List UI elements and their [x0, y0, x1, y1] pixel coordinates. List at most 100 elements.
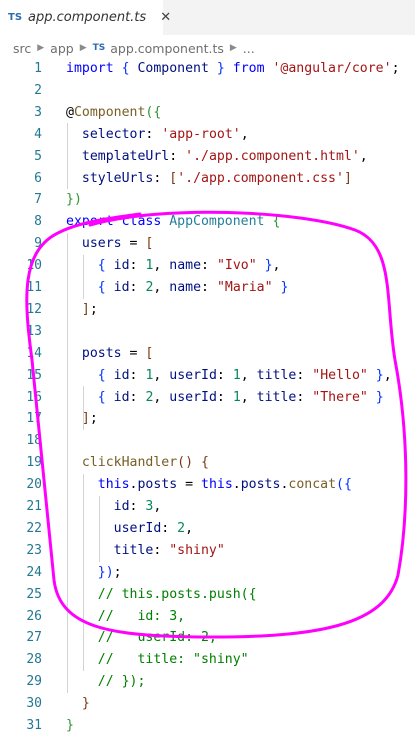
code-text: users = [: [66, 233, 153, 255]
code-line[interactable]: 25 // this.posts.push({: [0, 584, 415, 606]
code-text: import { Component } from '@angular/core…: [66, 58, 407, 80]
tab-app-component-ts[interactable]: TS app.component.ts ✕: [0, 0, 171, 35]
code-line[interactable]: 26 // id: 3,: [0, 606, 415, 628]
breadcrumb-item-app[interactable]: app: [50, 41, 74, 56]
code-token: 1: [232, 367, 241, 383]
code-line[interactable]: 29 // });: [0, 671, 415, 693]
code-token: {: [121, 61, 138, 76]
code-text: ];: [66, 299, 98, 321]
code-line[interactable]: 14 posts = [: [0, 343, 415, 365]
code-line[interactable]: 27 // userId: 2,: [0, 627, 415, 649]
code-line[interactable]: 21 id: 3,: [0, 496, 415, 518]
code-token: "shiny": [169, 542, 225, 558]
code-token: './app.component.html': [185, 148, 360, 164]
code-token: ,: [153, 389, 170, 405]
code-token: posts: [137, 477, 178, 493]
code-token: :: [129, 499, 146, 514]
code-token: :: [129, 280, 146, 295]
code-token: title: [256, 389, 297, 405]
code-token: =: [121, 236, 146, 252]
code-token: :: [216, 367, 233, 383]
code-token: // userId: 2,: [97, 630, 217, 646]
code-line[interactable]: 28 // title: "shiny": [0, 649, 415, 671]
code-token: [: [169, 170, 178, 186]
code-text: { id: 2, userId: 1, title: "There" }: [66, 387, 384, 409]
code-token: .: [232, 477, 241, 493]
code-token: id: [113, 258, 130, 274]
code-line[interactable]: 23 title: "shiny": [0, 540, 415, 562]
chevron-right-icon: ▶: [79, 43, 87, 53]
line-number: 23: [26, 542, 42, 558]
code-token: "There": [312, 389, 376, 405]
code-token: id: [113, 280, 130, 295]
code-line[interactable]: 5 templateUrl: './app.component.html',: [0, 146, 415, 168]
code-line[interactable]: 12 ];: [0, 299, 415, 321]
typescript-file-icon: TS: [92, 43, 106, 53]
close-icon[interactable]: ✕: [160, 10, 171, 25]
code-token: ,: [383, 367, 392, 383]
code-line[interactable]: 8 export class AppComponent {: [0, 211, 415, 233]
code-token: id: [113, 389, 130, 405]
code-token: @: [66, 104, 74, 120]
code-text: selector: 'app-root',: [66, 124, 249, 146]
code-token: :: [296, 367, 313, 383]
code-token: this: [201, 477, 233, 493]
code-token: styleUrls: [81, 170, 154, 186]
code-line[interactable]: 6 styleUrls: ['./app.component.css']: [0, 168, 415, 190]
line-number: 15: [26, 367, 42, 383]
code-token: // title: "shiny": [97, 652, 249, 668]
code-token: :: [129, 258, 146, 274]
code-line[interactable]: 30 }: [0, 693, 415, 715]
code-line[interactable]: 31}: [0, 715, 415, 737]
code-token: ,: [272, 258, 281, 274]
code-token: :: [296, 389, 313, 405]
code-token: './app.component.css': [177, 170, 344, 186]
breadcrumb-item-more[interactable]: ...: [243, 41, 255, 56]
line-number: 11: [26, 280, 42, 295]
code-token: ;: [391, 61, 408, 76]
code-text: ];: [66, 408, 98, 430]
code-line[interactable]: 20 this.posts = this.posts.concat({: [0, 474, 415, 496]
code-line[interactable]: 24 });: [0, 562, 415, 584]
code-text: });: [66, 562, 122, 584]
line-number: 10: [26, 258, 42, 274]
code-line[interactable]: 18: [0, 430, 415, 452]
code-text: // title: "shiny": [66, 649, 249, 671]
code-token: }): [97, 564, 114, 580]
code-token: }: [375, 367, 384, 383]
code-line[interactable]: 15 { id: 1, userId: 1, title: "Hello" },: [0, 365, 415, 387]
code-line[interactable]: 7}): [0, 189, 415, 211]
code-token: userId: [169, 389, 217, 405]
code-token: {: [97, 367, 114, 383]
line-number: 6: [34, 170, 42, 186]
code-line[interactable]: 2: [0, 80, 415, 102]
code-line[interactable]: 17 ];: [0, 408, 415, 430]
code-token: :: [153, 542, 170, 558]
code-line[interactable]: 11 { id: 2, name: "Maria" }: [0, 277, 415, 299]
code-token: }: [216, 61, 233, 76]
code-token: AppComponent: [169, 214, 273, 230]
code-text: styleUrls: ['./app.component.css']: [66, 168, 352, 190]
breadcrumb-item-src[interactable]: src: [13, 41, 31, 56]
breadcrumb-item-file[interactable]: app.component.ts: [110, 41, 224, 56]
code-token: ,: [240, 126, 249, 142]
code-line[interactable]: 1 import { Component } from '@angular/cor…: [0, 58, 415, 80]
code-line[interactable]: 3 @Component({: [0, 102, 415, 124]
code-line[interactable]: 19 clickHandler() {: [0, 452, 415, 474]
code-line[interactable]: 16 { id: 2, userId: 1, title: "There" }: [0, 387, 415, 409]
code-line[interactable]: 13: [0, 321, 415, 343]
code-line[interactable]: 4 selector: 'app-root',: [0, 124, 415, 146]
line-number: 27: [26, 630, 42, 646]
code-line[interactable]: 10 { id: 1, name: "Ivo" },: [0, 255, 415, 277]
code-token: // id: 3,: [97, 608, 186, 624]
line-number: 3: [34, 104, 42, 120]
code-line[interactable]: 9 users = [: [0, 233, 415, 255]
code-token: concat: [288, 477, 337, 493]
code-token: title: [113, 542, 154, 558]
code-line[interactable]: 22 userId: 2,: [0, 518, 415, 540]
code-token: name: [169, 280, 202, 295]
